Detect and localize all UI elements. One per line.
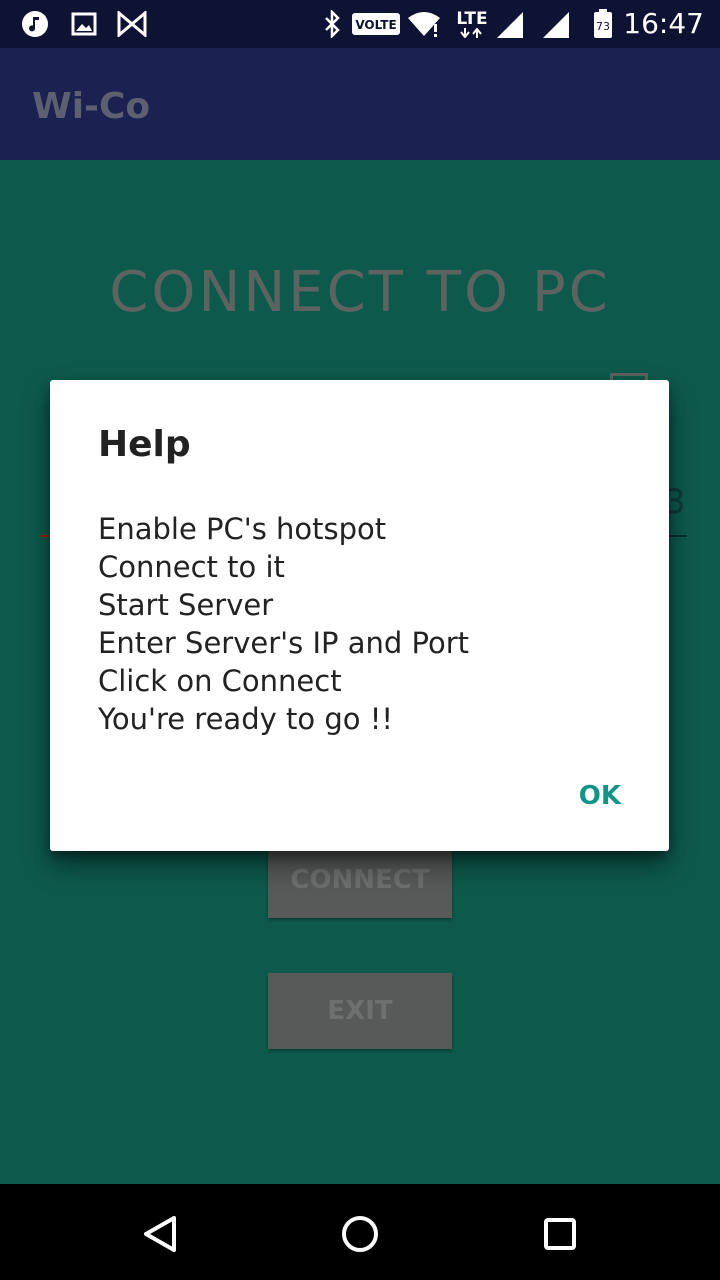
back-icon[interactable]	[138, 1212, 182, 1256]
dialog-line: Enable PC's hotspot	[98, 512, 387, 546]
exit-button[interactable]: EXIT	[268, 973, 452, 1049]
app-title: Wi-Co	[32, 86, 151, 127]
connect-heading: CONNECT TO PC	[109, 260, 611, 325]
dialog-line: Start Server	[98, 588, 274, 622]
dialog-line: Connect to it	[98, 550, 285, 584]
home-icon[interactable]	[338, 1212, 382, 1256]
clock: 16:47	[623, 7, 704, 40]
dialog-line: Enter Server's IP and Port	[98, 626, 469, 660]
navigation-bar	[0, 1184, 720, 1280]
app-icon	[116, 10, 148, 38]
ok-button[interactable]: OK	[541, 776, 621, 816]
dialog-line: You're ready to go !!	[98, 702, 393, 736]
status-bar: VOLTE LTE 73 16:47	[0, 0, 720, 48]
volte-label: VOLTE	[355, 18, 396, 32]
app-bar: Wi-Co	[0, 48, 720, 160]
help-dialog: Help Enable PC's hotspot Connect to it S…	[50, 380, 669, 851]
signal-icon	[494, 10, 526, 38]
connect-button[interactable]: CONNECT	[268, 842, 452, 918]
music-icon	[20, 10, 50, 38]
lte-label: LTE	[456, 9, 488, 29]
volte-icon: VOLTE	[352, 10, 400, 38]
battery-icon: 73	[590, 9, 616, 38]
wifi-icon	[406, 10, 442, 38]
lte-icon: LTE	[452, 10, 492, 38]
signal-icon	[540, 10, 572, 38]
recents-icon[interactable]	[538, 1212, 582, 1256]
gallery-icon	[70, 10, 98, 38]
bluetooth-icon	[318, 10, 346, 38]
dialog-line: Click on Connect	[98, 664, 342, 698]
battery-level: 73	[596, 20, 610, 33]
dialog-message: Enable PC's hotspot Connect to it Start …	[98, 510, 638, 738]
dialog-title: Help	[98, 424, 191, 465]
